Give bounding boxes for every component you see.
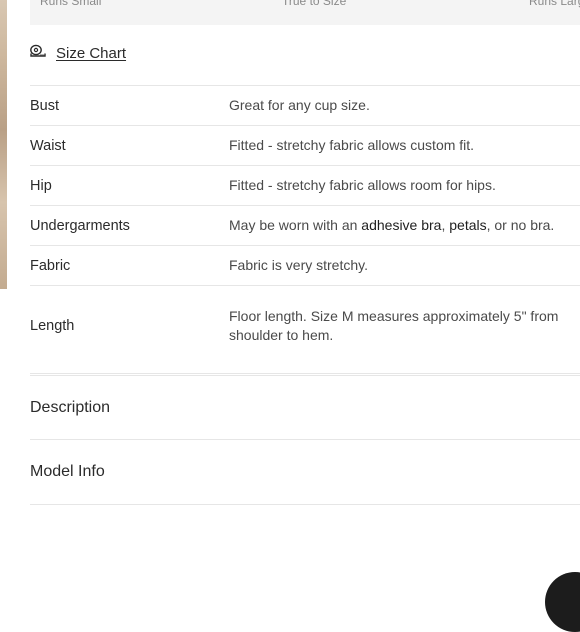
fit-scale-runs-small: Runs Small <box>40 0 102 8</box>
fit-value: Great for any cup size. <box>229 97 370 113</box>
fit-row-bust: Bust Great for any cup size. <box>30 86 580 126</box>
adhesive-bra-link[interactable]: adhesive bra <box>361 217 441 233</box>
fit-row-undergarments: Undergarments May be worn with an adhesi… <box>30 206 580 246</box>
fit-value: Fitted - stretchy fabric allows custom f… <box>229 137 475 153</box>
model-info-label: Model Info <box>30 463 105 480</box>
fit-scale-true-to-size: True to Size <box>282 0 347 8</box>
fit-key: Undergarments <box>30 217 130 234</box>
fit-value-suffix: , or no bra. <box>486 217 555 233</box>
fit-value: Fitted - stretchy fabric allows room for… <box>229 177 496 193</box>
size-chart-link[interactable]: Size Chart <box>30 44 126 63</box>
fit-key: Fabric <box>30 257 71 274</box>
fit-row-waist: Waist Fitted - stretchy fabric allows cu… <box>30 126 580 166</box>
fit-value: Fabric is very stretchy. <box>229 257 368 273</box>
fit-details-table: Bust Great for any cup size. Waist Fitte… <box>30 85 580 374</box>
fit-key: Bust <box>30 97 60 114</box>
fit-value-prefix: May be worn with an <box>229 217 362 233</box>
fit-key: Hip <box>30 177 52 194</box>
fit-key: Waist <box>30 137 66 154</box>
chat-widget-button[interactable] <box>545 572 580 632</box>
fit-row-hip: Hip Fitted - stretchy fabric allows room… <box>30 166 580 206</box>
model-info-accordion[interactable]: Model Info <box>30 440 580 505</box>
fit-scale-runs-large: Runs Large <box>529 0 580 8</box>
fit-value: May be worn with an adhesive bra, petals… <box>229 216 580 235</box>
petals-link[interactable]: petals <box>449 217 486 233</box>
description-label: Description <box>30 398 111 416</box>
fit-value: Floor length. Size M measures approximat… <box>229 307 559 343</box>
product-image-edge <box>0 0 7 289</box>
description-accordion[interactable]: Description <box>30 375 580 440</box>
measuring-tape-icon <box>30 44 46 63</box>
fit-row-length: Length Floor length. Size M measures app… <box>30 286 580 374</box>
fit-row-fabric: Fabric Fabric is very stretchy. <box>30 246 580 286</box>
fit-key: Length <box>30 317 75 334</box>
size-chart-label: Size Chart <box>56 45 127 62</box>
fit-scale-bar: Runs Small True to Size Runs Large <box>30 0 580 25</box>
